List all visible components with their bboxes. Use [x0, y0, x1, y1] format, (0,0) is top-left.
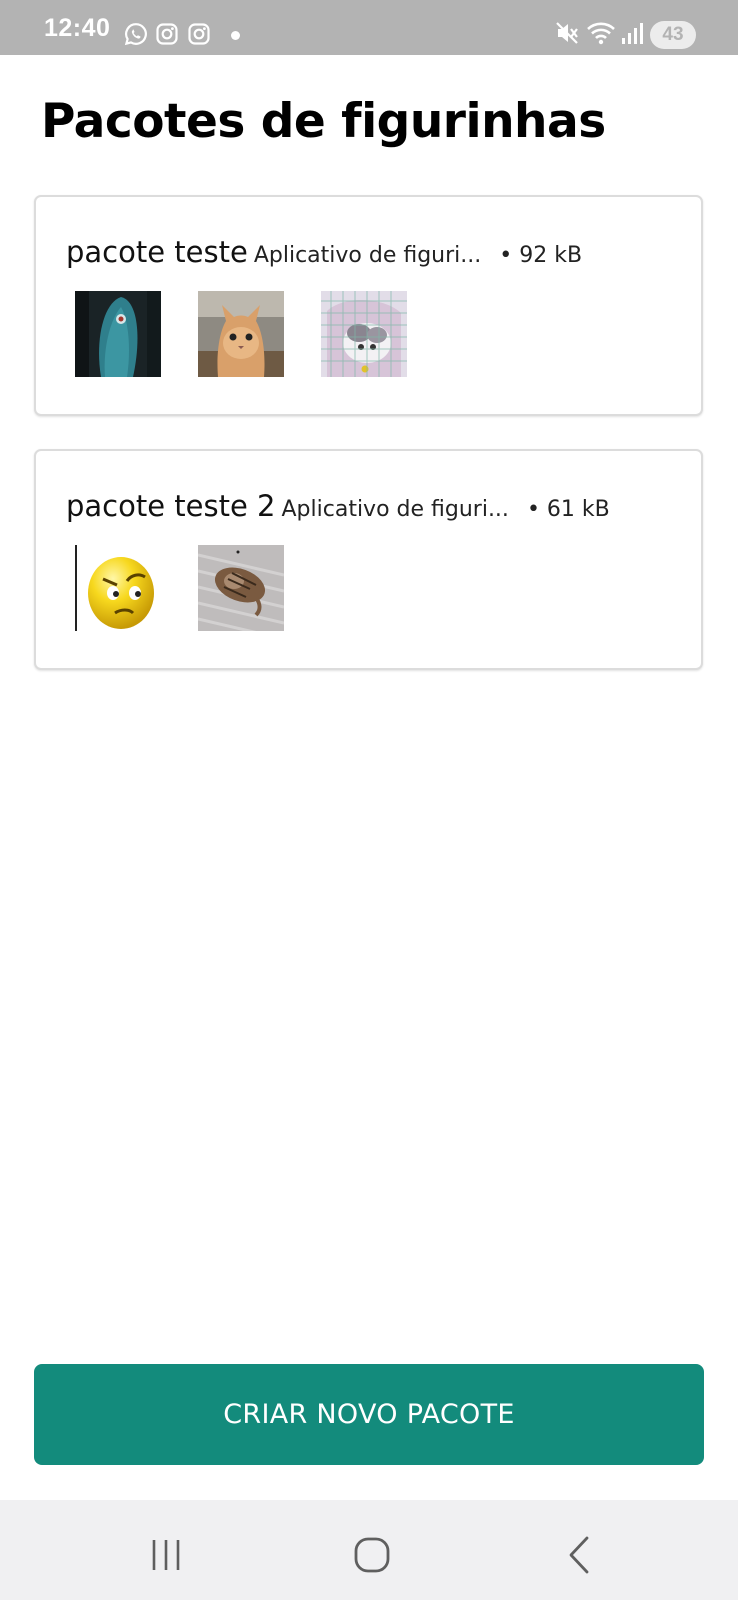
recent-apps-icon	[152, 1540, 180, 1570]
instagram-icon	[188, 23, 210, 45]
signal-icon	[622, 23, 643, 44]
wifi-icon	[587, 22, 615, 45]
pack-size: • 61 kB	[526, 497, 610, 522]
create-new-pack-button[interactable]: CRIAR NOVO PACOTE	[34, 1364, 704, 1465]
angry-emoji-sticker	[75, 545, 161, 631]
mute-icon	[556, 22, 578, 44]
status-time: 12:40	[44, 14, 111, 42]
whatsapp-icon	[124, 23, 147, 46]
back-icon	[569, 1536, 589, 1574]
status-bar: 12:40 43	[0, 0, 738, 55]
home-button[interactable]	[342, 1530, 402, 1580]
navigation-bar	[0, 1500, 738, 1600]
page-title: Pacotes de figurinhas	[41, 94, 606, 149]
pack-header: pacote teste Aplicativo de figuri... • 92 …	[66, 235, 582, 269]
recent-apps-button[interactable]	[136, 1530, 196, 1580]
pack-header: pacote teste 2 Aplicativo de figuri... • 6…	[66, 489, 610, 523]
pack-description: Aplicativo de figuri...	[281, 497, 509, 522]
pack-size: • 92 kB	[499, 243, 583, 268]
sleeping-cat-sticker	[198, 545, 284, 631]
pack-name: pacote teste	[66, 235, 248, 269]
pack-name: pacote teste 2	[66, 489, 276, 523]
instagram-icon	[156, 23, 178, 45]
cat-in-cage-sticker	[321, 291, 407, 377]
fish-sticker	[75, 291, 161, 377]
sticker-pack-card[interactable]: pacote teste 2 Aplicativo de figuri... • 6…	[34, 449, 703, 670]
pack-description: Aplicativo de figuri...	[253, 243, 482, 268]
cat-face-sticker	[198, 291, 284, 377]
sticker-pack-card[interactable]: pacote teste Aplicativo de figuri... • 92 …	[34, 195, 703, 416]
home-icon	[354, 1537, 390, 1573]
notification-dot	[231, 31, 240, 40]
back-button[interactable]	[549, 1530, 609, 1580]
battery-indicator: 43	[650, 21, 696, 49]
